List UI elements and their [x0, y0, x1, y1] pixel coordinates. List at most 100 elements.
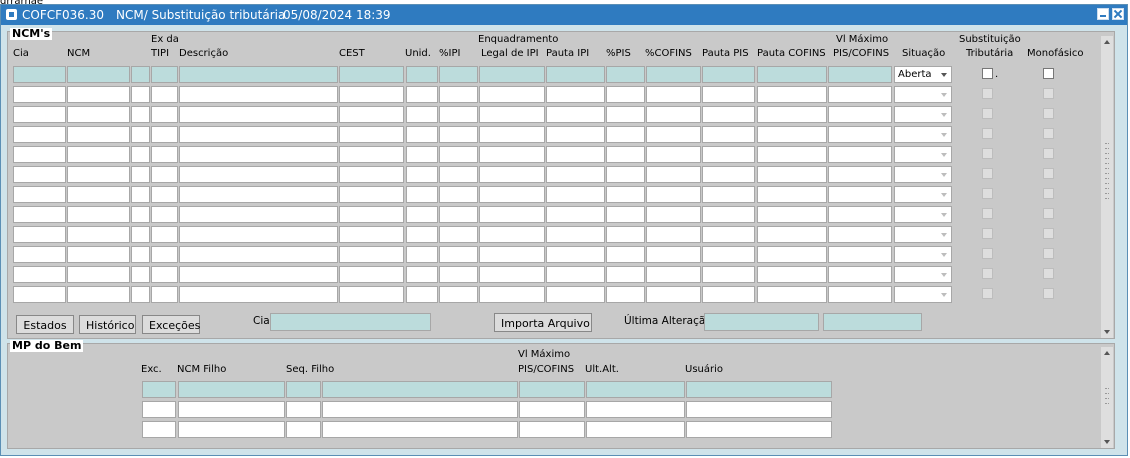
seq-filho-cell[interactable]	[286, 401, 321, 418]
ncm-cell[interactable]	[67, 126, 130, 143]
pauta-ipi-cell[interactable]	[546, 86, 605, 103]
pct-pis-cell[interactable]	[606, 86, 645, 103]
descricao-cell[interactable]	[179, 266, 338, 283]
ex-tipi-cell[interactable]	[131, 226, 150, 243]
cia-cell[interactable]	[13, 206, 66, 223]
substituicao-tributaria-checkbox[interactable]	[982, 248, 993, 259]
cest-cell[interactable]	[339, 286, 404, 303]
ex-tipi2-cell[interactable]	[151, 186, 178, 203]
monofasico-checkbox[interactable]	[1043, 248, 1054, 259]
pauta-pis-cell[interactable]	[702, 106, 755, 123]
ncm-cell[interactable]	[67, 66, 130, 83]
chevron-down-icon[interactable]	[938, 188, 950, 201]
pct-pis-cell[interactable]	[606, 146, 645, 163]
unid-cell[interactable]	[406, 186, 438, 203]
pct-cofins-cell[interactable]	[646, 126, 701, 143]
descricao-cell[interactable]	[179, 66, 338, 83]
ex-tipi-cell[interactable]	[131, 146, 150, 163]
cest-cell[interactable]	[339, 146, 404, 163]
pauta-pis-cell[interactable]	[702, 86, 755, 103]
pauta-cofins-cell[interactable]	[757, 86, 827, 103]
unid-cell[interactable]	[406, 246, 438, 263]
chevron-down-icon[interactable]	[938, 208, 950, 221]
pauta-pis-cell[interactable]	[702, 166, 755, 183]
pct-cofins-cell[interactable]	[646, 86, 701, 103]
pauta-pis-cell[interactable]	[702, 146, 755, 163]
descricao-cell[interactable]	[179, 86, 338, 103]
ex-tipi-cell[interactable]	[131, 266, 150, 283]
cia-cell[interactable]	[13, 246, 66, 263]
pct-pis-cell[interactable]	[606, 166, 645, 183]
pauta-ipi-cell[interactable]	[546, 226, 605, 243]
ncm-cell[interactable]	[67, 186, 130, 203]
unid-cell[interactable]	[406, 106, 438, 123]
pct-cofins-cell[interactable]	[646, 166, 701, 183]
pauta-cofins-cell[interactable]	[757, 126, 827, 143]
pct-cofins-cell[interactable]	[646, 206, 701, 223]
substituicao-tributaria-checkbox[interactable]	[982, 88, 993, 99]
substituicao-tributaria-checkbox[interactable]	[982, 128, 993, 139]
ex-tipi2-cell[interactable]	[151, 166, 178, 183]
ex-tipi2-cell[interactable]	[151, 246, 178, 263]
pauta-cofins-cell[interactable]	[757, 106, 827, 123]
pct-ipi-cell[interactable]	[439, 226, 478, 243]
ncm-cell[interactable]	[67, 146, 130, 163]
ex-tipi2-cell[interactable]	[151, 146, 178, 163]
ex-tipi-cell[interactable]	[131, 166, 150, 183]
ncm-cell[interactable]	[67, 286, 130, 303]
ex-tipi2-cell[interactable]	[151, 206, 178, 223]
cest-cell[interactable]	[339, 226, 404, 243]
close-icon[interactable]	[1112, 8, 1124, 20]
enquadramento-cell[interactable]	[479, 206, 545, 223]
mp-vertical-scrollbar[interactable]	[1101, 347, 1113, 448]
situacao-select[interactable]	[894, 286, 952, 303]
mp-descricao-cell[interactable]	[322, 421, 518, 438]
cia-cell[interactable]	[13, 286, 66, 303]
pauta-cofins-cell[interactable]	[757, 186, 827, 203]
pct-ipi-cell[interactable]	[439, 86, 478, 103]
pauta-ipi-cell[interactable]	[546, 206, 605, 223]
ncm-vertical-scrollbar[interactable]	[1101, 36, 1113, 338]
ex-tipi2-cell[interactable]	[151, 126, 178, 143]
mp-vl-maximo-cell[interactable]	[519, 401, 585, 418]
vl-maximo-cell[interactable]	[828, 126, 892, 143]
scroll-grip-icon[interactable]	[1103, 140, 1111, 200]
pct-cofins-cell[interactable]	[646, 286, 701, 303]
pct-pis-cell[interactable]	[606, 226, 645, 243]
pct-pis-cell[interactable]	[606, 206, 645, 223]
substituicao-tributaria-checkbox[interactable]	[982, 208, 993, 219]
ncm-cell[interactable]	[67, 226, 130, 243]
vl-maximo-cell[interactable]	[828, 226, 892, 243]
chevron-down-icon[interactable]	[938, 128, 950, 141]
scroll-down-icon[interactable]	[1101, 326, 1113, 338]
ex-tipi2-cell[interactable]	[151, 286, 178, 303]
pct-pis-cell[interactable]	[606, 126, 645, 143]
pct-cofins-cell[interactable]	[646, 66, 701, 83]
vl-maximo-cell[interactable]	[828, 86, 892, 103]
cest-cell[interactable]	[339, 166, 404, 183]
pct-cofins-cell[interactable]	[646, 186, 701, 203]
exc-cell[interactable]	[142, 421, 176, 438]
pauta-cofins-cell[interactable]	[757, 226, 827, 243]
descricao-cell[interactable]	[179, 206, 338, 223]
descricao-cell[interactable]	[179, 186, 338, 203]
enquadramento-cell[interactable]	[479, 146, 545, 163]
pauta-pis-cell[interactable]	[702, 186, 755, 203]
cest-cell[interactable]	[339, 266, 404, 283]
cia-cell[interactable]	[13, 86, 66, 103]
pct-pis-cell[interactable]	[606, 186, 645, 203]
chevron-down-icon[interactable]	[938, 88, 950, 101]
substituicao-tributaria-checkbox[interactable]	[982, 228, 993, 239]
pct-ipi-cell[interactable]	[439, 106, 478, 123]
pct-pis-cell[interactable]	[606, 66, 645, 83]
exc-cell[interactable]	[142, 381, 176, 398]
ncm-cell[interactable]	[67, 246, 130, 263]
usuario-cell[interactable]	[686, 421, 832, 438]
usuario-cell[interactable]	[686, 381, 832, 398]
pct-ipi-cell[interactable]	[439, 166, 478, 183]
vl-maximo-cell[interactable]	[828, 146, 892, 163]
seq-filho-cell[interactable]	[286, 381, 321, 398]
pct-ipi-cell[interactable]	[439, 126, 478, 143]
chevron-down-icon[interactable]	[938, 68, 950, 81]
importa-arquivo-button[interactable]: Importa Arquivo	[494, 313, 592, 332]
